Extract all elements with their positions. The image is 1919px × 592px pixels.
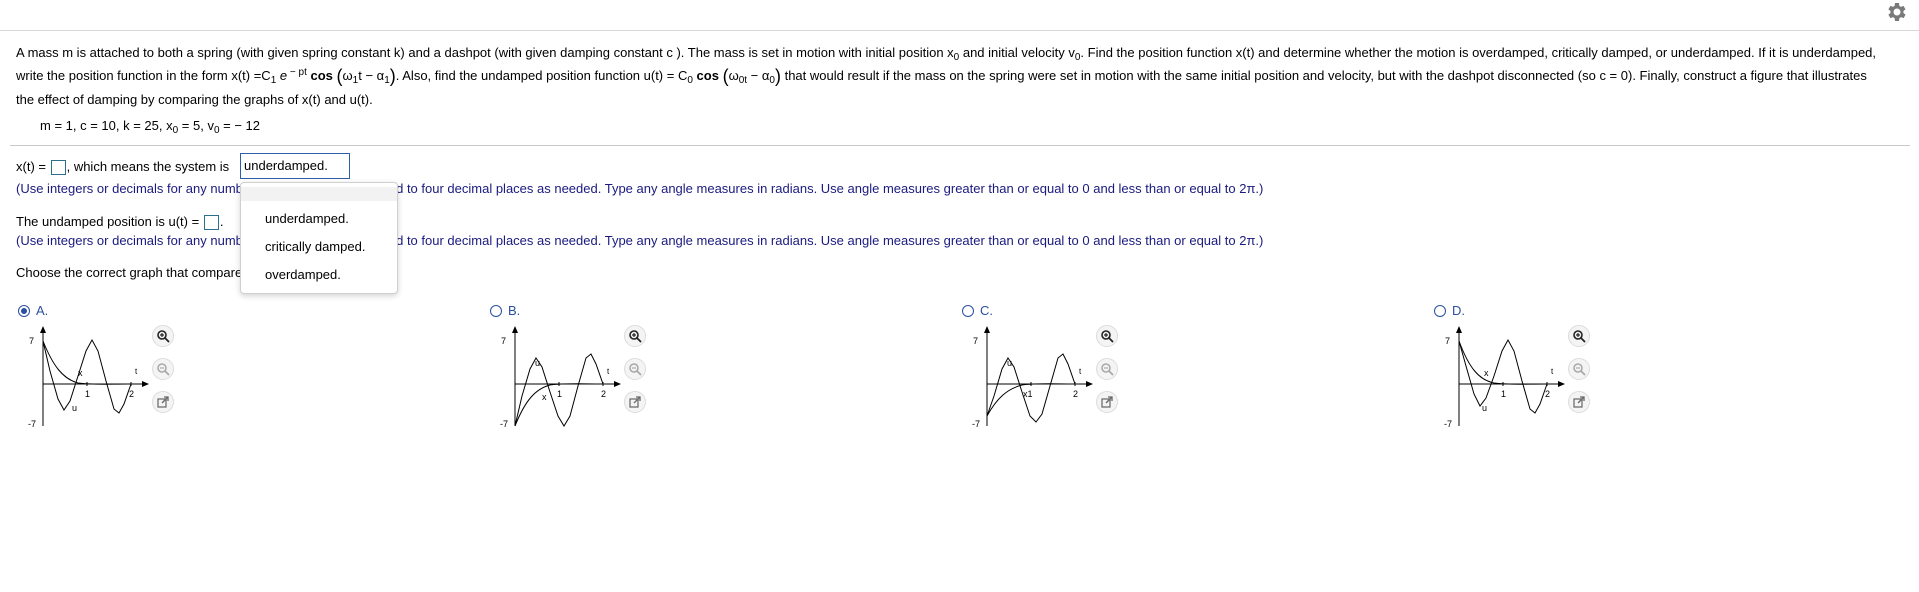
radio-choice-c[interactable]: [962, 305, 974, 317]
graph-d-external-link-button[interactable]: [1568, 391, 1590, 413]
graph-c-x1-label: x1: [1023, 389, 1033, 399]
graph-d-t-label: t: [1551, 367, 1554, 376]
graph-d-ymin: -7: [1444, 419, 1452, 429]
graph-a-t-label: t: [135, 367, 138, 376]
choice-d-label[interactable]: D.: [1452, 303, 1465, 318]
graph-c-zoom-in-button[interactable]: [1096, 325, 1118, 347]
question-u: The undamped position is u(t) = .: [16, 214, 224, 230]
graph-d-x-curve-label: x: [1484, 368, 1489, 378]
question-x: x(t) = , which means the system is: [16, 159, 230, 175]
graph-b-external-link-button[interactable]: [624, 391, 646, 413]
graph-d-ymax: 7: [1445, 336, 1450, 346]
graph-a-tick1: 1: [85, 389, 90, 399]
graph-a-zoom-in-button[interactable]: [152, 325, 174, 347]
section-divider: [10, 145, 1910, 146]
graph-a-x-curve-label: x: [78, 368, 83, 378]
graph-a-ymin: -7: [28, 419, 36, 429]
graph-b-x-curve-label: x: [542, 392, 547, 402]
graph-b-zoom-out-button[interactable]: [624, 358, 646, 380]
graph-b-u-curve-label: u: [535, 358, 540, 368]
option-critically-damped[interactable]: critically damped.: [265, 239, 365, 254]
hint-x: (Use integers or decimals for any numb nd…: [16, 181, 1264, 196]
radio-choice-b[interactable]: [490, 305, 502, 317]
graph-b-zoom-in-button[interactable]: [624, 325, 646, 347]
question-graph: Choose the correct graph that compare: [16, 265, 243, 280]
graph-c-plot: 7 -7 t 2 u x1: [972, 326, 1093, 429]
graph-d: 7 -7 t 1 2 x u: [1444, 326, 1574, 441]
graph-b-tick1: 1: [557, 389, 562, 399]
graph-a-tick2: 2: [129, 389, 134, 399]
graph-c-ymax: 7: [973, 336, 978, 346]
graph-a: 7 -7 t 1 2 x u: [28, 326, 158, 441]
choice-a-label[interactable]: A.: [36, 303, 48, 318]
graph-d-u-curve-label: u: [1482, 403, 1487, 413]
hint-u: (Use integers or decimals for any numb nd…: [16, 233, 1264, 248]
top-divider: [0, 30, 1919, 31]
graph-d-plot: 7 -7 t 1 2 x u: [1444, 326, 1565, 429]
gear-icon[interactable]: [1884, 0, 1908, 24]
problem-statement: A mass m is attached to both a spring (w…: [16, 45, 1877, 107]
graph-c: 7 -7 t 2 u x1: [972, 326, 1102, 441]
option-overdamped[interactable]: overdamped.: [265, 267, 341, 282]
option-underdamped[interactable]: underdamped.: [265, 211, 349, 226]
graph-d-zoom-in-button[interactable]: [1568, 325, 1590, 347]
graph-c-t-label: t: [1079, 367, 1082, 376]
choice-c-label[interactable]: C.: [980, 303, 993, 318]
graph-b-plot: 7 -7 t 1 2 u x: [500, 326, 621, 429]
radio-choice-d[interactable]: [1434, 305, 1446, 317]
graph-b-ymin: -7: [500, 419, 508, 429]
graph-b-t-label: t: [607, 367, 610, 376]
graph-c-tick2: 2: [1073, 389, 1078, 399]
graph-c-ymin: -7: [972, 419, 980, 429]
graph-b: 7 -7 t 1 2 u x: [500, 326, 630, 441]
graph-a-external-link-button[interactable]: [152, 391, 174, 413]
graph-c-external-link-button[interactable]: [1096, 391, 1118, 413]
graph-a-u-curve-label: u: [72, 403, 77, 413]
choice-b-label[interactable]: B.: [508, 303, 520, 318]
graph-a-plot: 7 -7 t 1 2 x u: [28, 326, 149, 429]
graph-a-ymax: 7: [29, 336, 34, 346]
graph-c-u-curve-label: u: [1007, 358, 1012, 368]
graph-d-tick1: 1: [1501, 389, 1506, 399]
dropdown-empty-option[interactable]: [241, 187, 397, 201]
given-parameters: m = 1, c = 10, k = 25, x0 = 5, v0 = − 12: [40, 118, 260, 136]
graph-c-zoom-out-button[interactable]: [1096, 358, 1118, 380]
damping-type-select[interactable]: underdamped.: [240, 153, 350, 179]
graph-a-zoom-out-button[interactable]: [152, 358, 174, 380]
u-answer-input[interactable]: [203, 215, 219, 230]
x-answer-input[interactable]: [50, 160, 66, 175]
graph-d-tick2: 2: [1545, 389, 1550, 399]
damping-dropdown: underdamped. critically damped. overdamp…: [240, 182, 398, 294]
graph-b-tick2: 2: [601, 389, 606, 399]
radio-choice-a[interactable]: [18, 305, 30, 317]
graph-d-zoom-out-button[interactable]: [1568, 358, 1590, 380]
graph-b-ymax: 7: [501, 336, 506, 346]
